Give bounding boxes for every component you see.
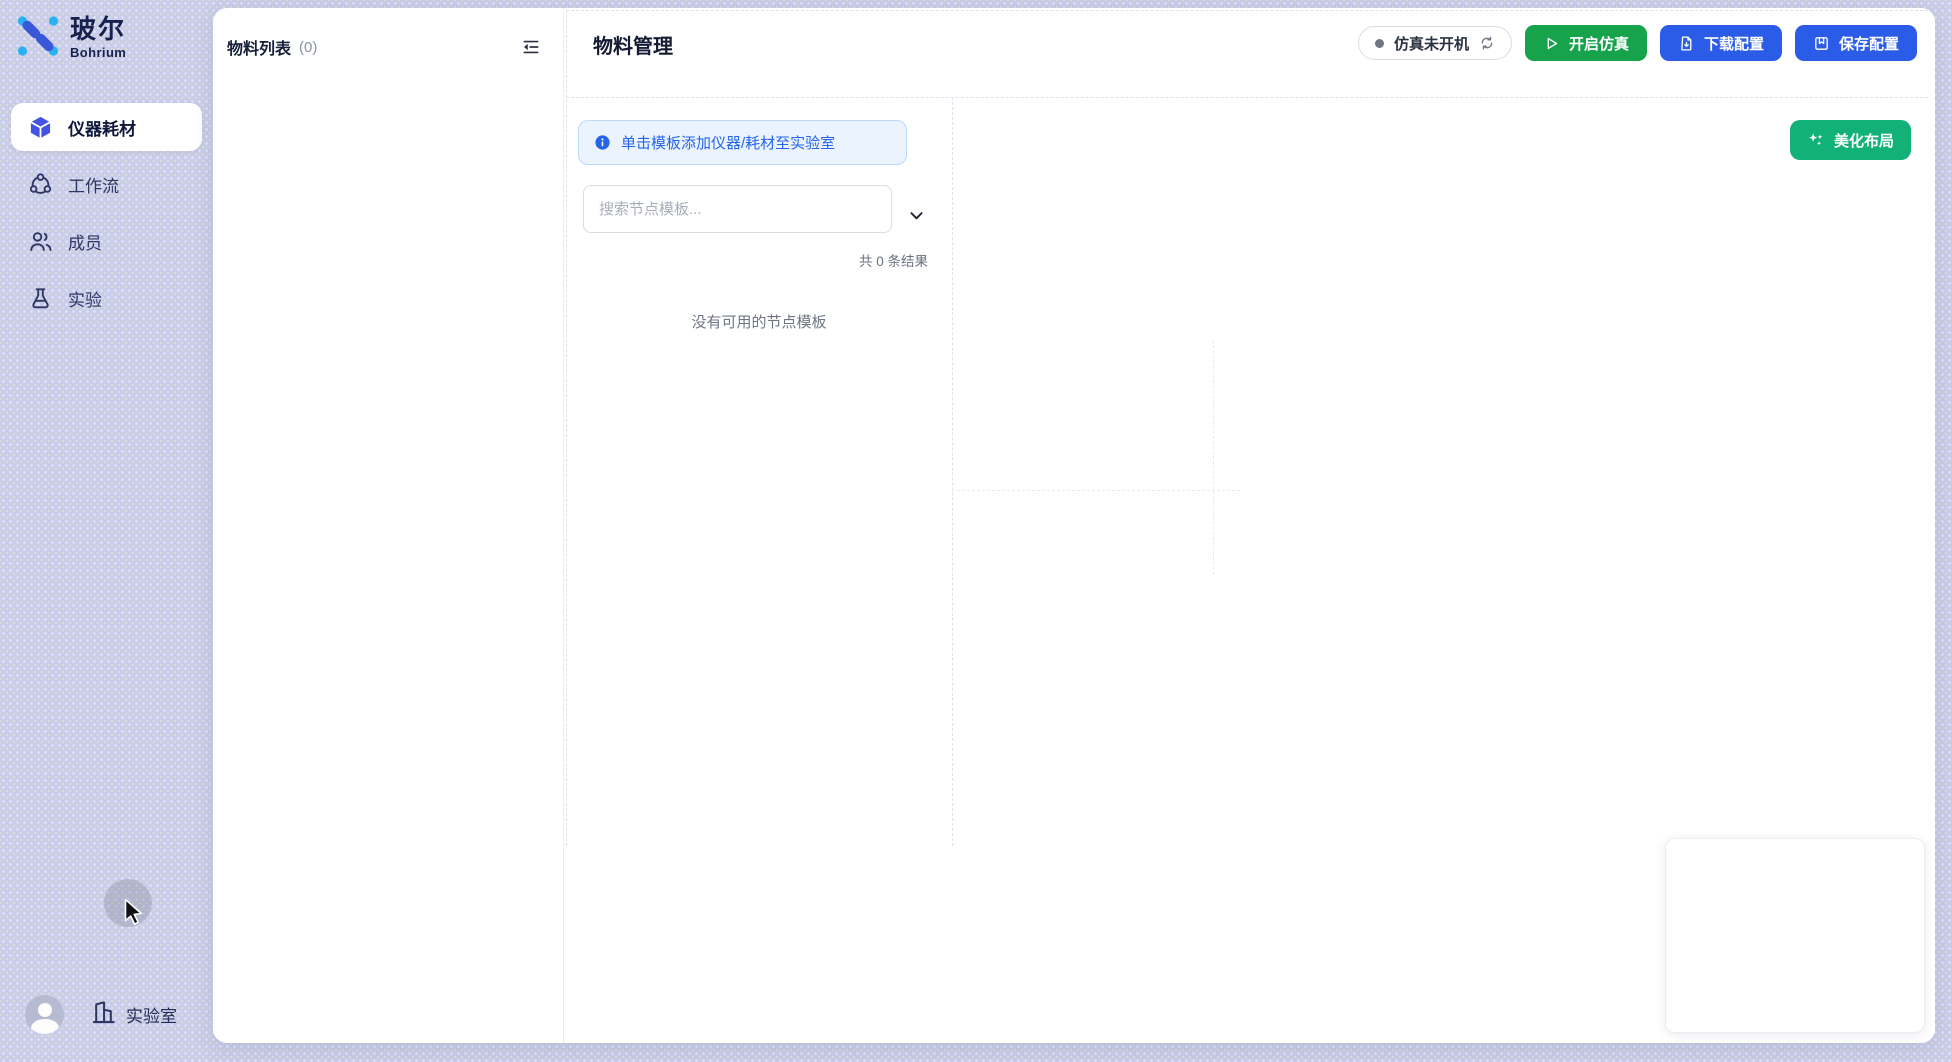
flow-canvas[interactable]: 物料管理 仿真未开机 开启仿真 (564, 8, 1935, 1043)
simulation-status-pill[interactable]: 仿真未开机 (1358, 26, 1512, 60)
brand-name-en: Bohrium (70, 45, 126, 60)
main-card: 物料列表 (0) 物料管理 仿真未开机 (213, 8, 1935, 1043)
template-search-input[interactable] (583, 185, 892, 233)
minimap-panel[interactable] (1665, 838, 1925, 1033)
mouse-cursor (121, 897, 148, 928)
sidebar: 玻尔 Bohrium 仪器耗材 工作流 (0, 0, 213, 1062)
start-simulation-button[interactable]: 开启仿真 (1525, 25, 1647, 61)
lab-entry-label: 实验室 (126, 1002, 177, 1027)
save-config-label: 保存配置 (1839, 33, 1899, 54)
simulation-status-label: 仿真未开机 (1394, 33, 1469, 54)
sidebar-item-label: 工作流 (68, 172, 119, 197)
refresh-icon[interactable] (1479, 35, 1495, 51)
materials-list-panel: 物料列表 (0) (213, 8, 564, 1043)
sidebar-item-instruments[interactable]: 仪器耗材 (11, 103, 202, 151)
cube-icon (28, 115, 53, 140)
beautify-layout-button[interactable]: 美化布局 (1790, 120, 1911, 160)
page-title: 物料管理 (593, 30, 673, 59)
members-icon (28, 229, 53, 254)
canvas-guide-line (566, 10, 1928, 11)
canvas-guide-line (952, 490, 1240, 491)
info-circle-icon (594, 134, 611, 151)
sidebar-item-experiments[interactable]: 实验 (11, 274, 202, 322)
brand-name-zh: 玻尔 (70, 13, 126, 45)
user-avatar[interactable] (25, 995, 64, 1034)
canvas-guide-line (952, 97, 953, 846)
lab-entry[interactable]: 实验室 (90, 999, 177, 1031)
sidebar-item-label: 实验 (68, 286, 102, 311)
materials-list-title: 物料列表 (227, 35, 291, 59)
results-count: 共 0 条结果 (583, 250, 928, 270)
template-hint-banner: 单击模板添加仪器/耗材至实验室 (578, 120, 907, 165)
sidebar-item-label: 成员 (68, 229, 102, 254)
chevron-down-icon[interactable] (904, 203, 928, 227)
canvas-guide-line (1213, 340, 1214, 575)
save-icon (1813, 35, 1830, 52)
sidebar-item-label: 仪器耗材 (68, 115, 136, 140)
workflow-icon (28, 172, 53, 197)
menu-fold-icon[interactable] (521, 37, 541, 57)
empty-template-text: 没有可用的节点模板 (566, 311, 952, 332)
sidebar-item-members[interactable]: 成员 (11, 217, 202, 265)
canvas-guide-line (566, 10, 567, 846)
materials-list-count: (0) (299, 39, 317, 56)
header-actions: 仿真未开机 开启仿真 (1358, 25, 1917, 61)
bohrium-logo-icon (15, 13, 61, 59)
status-dot-icon (1375, 39, 1384, 48)
beautify-layout-label: 美化布局 (1834, 130, 1894, 151)
download-config-button[interactable]: 下载配置 (1660, 25, 1782, 61)
building-icon (90, 999, 117, 1031)
sidebar-nav: 仪器耗材 工作流 成员 (0, 103, 213, 331)
experiment-icon (28, 286, 53, 311)
materials-list-header: 物料列表 (0) (213, 8, 563, 59)
brand-logo: 玻尔 Bohrium (15, 13, 126, 60)
template-hint-text: 单击模板添加仪器/耗材至实验室 (621, 132, 835, 153)
canvas-guide-line (566, 97, 1928, 98)
sidebar-footer: 实验室 (25, 995, 177, 1034)
save-config-button[interactable]: 保存配置 (1795, 25, 1917, 61)
sidebar-item-workflow[interactable]: 工作流 (11, 160, 202, 208)
download-config-label: 下载配置 (1704, 33, 1764, 54)
sparkles-icon (1807, 131, 1825, 149)
file-download-icon (1678, 35, 1695, 52)
play-icon (1543, 35, 1560, 52)
start-simulation-label: 开启仿真 (1569, 33, 1629, 54)
